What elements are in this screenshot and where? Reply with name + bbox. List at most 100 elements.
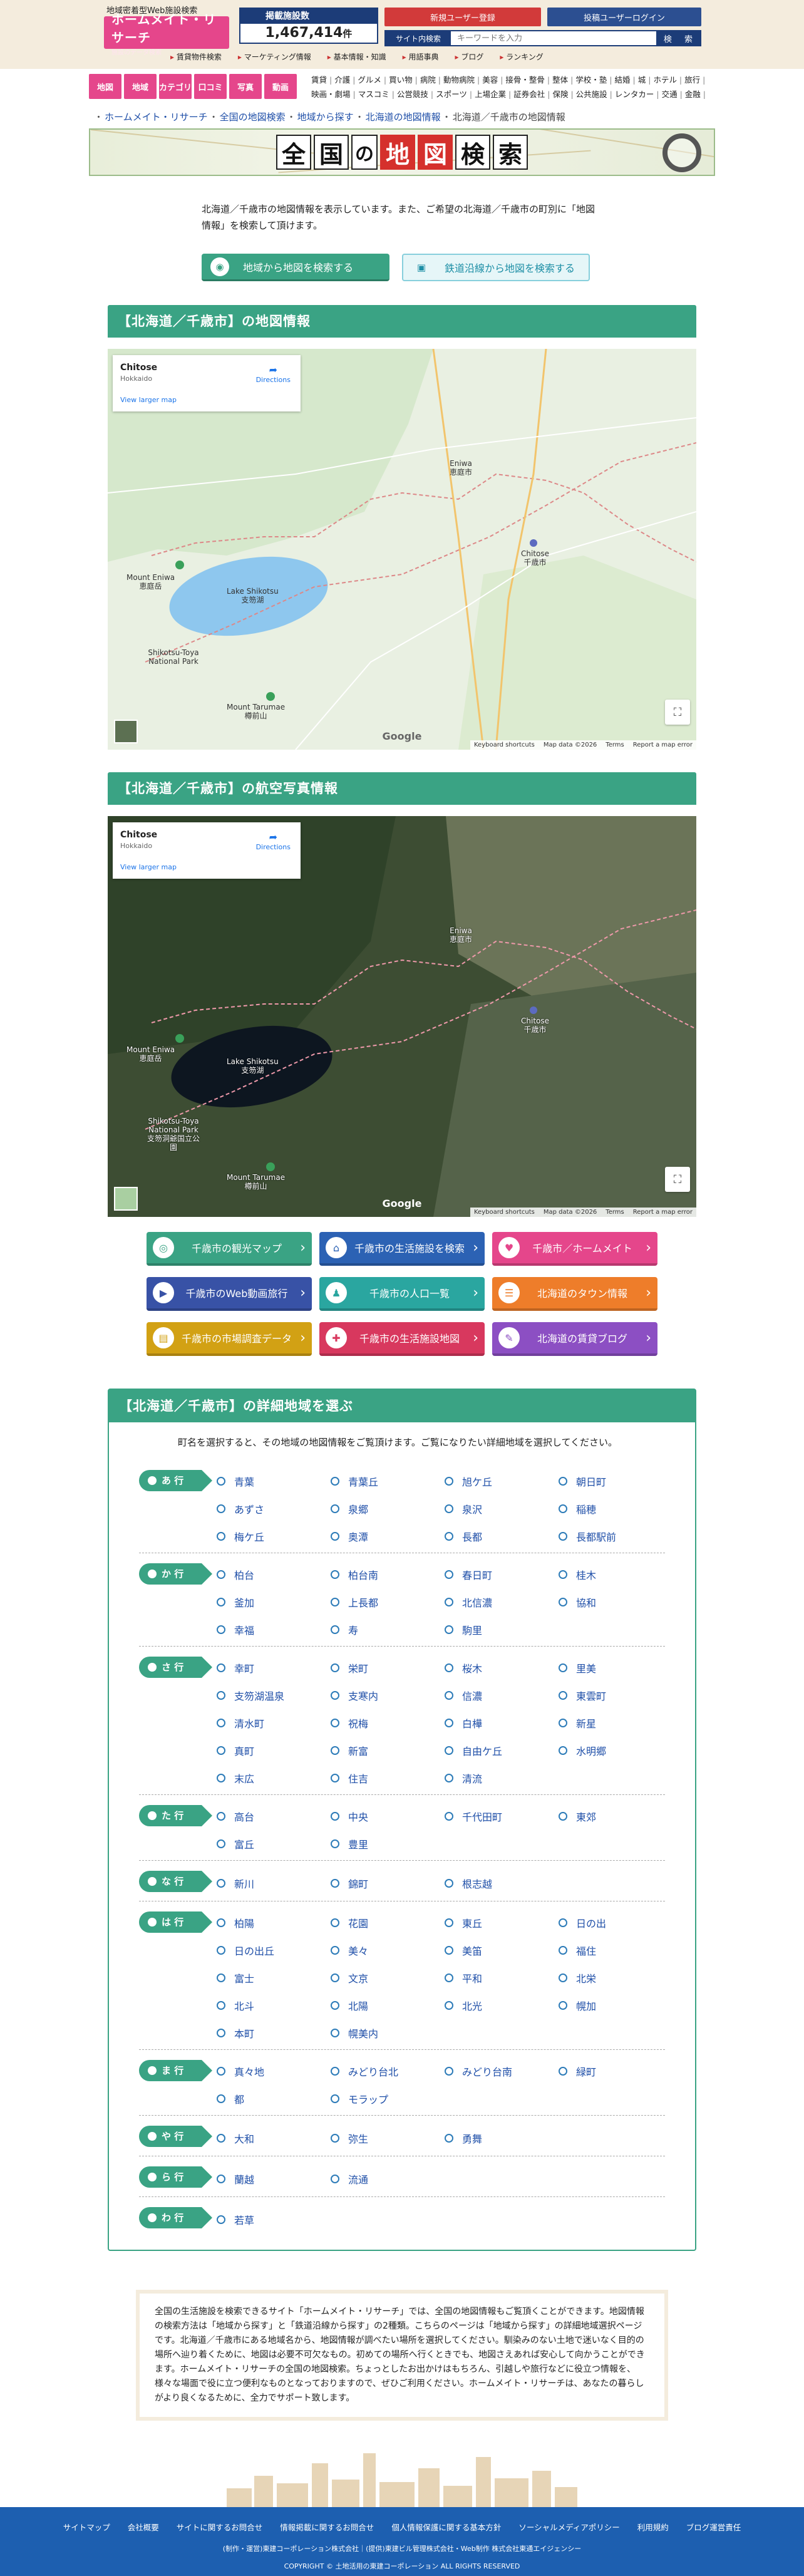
- town-link[interactable]: 支笏湖温泉: [217, 1688, 331, 1703]
- town-link[interactable]: 駒里: [445, 1622, 559, 1637]
- login-button[interactable]: 投稿ユーザーログイン: [547, 8, 701, 26]
- nav-category-link[interactable]: レンタカー: [615, 90, 659, 99]
- town-link[interactable]: 都: [217, 2091, 331, 2106]
- nav-tab[interactable]: 口コミ: [194, 74, 227, 99]
- town-link[interactable]: 桂木: [559, 1567, 673, 1582]
- town-link[interactable]: 幸福: [217, 1622, 331, 1637]
- nav-category-link[interactable]: 学校・塾: [575, 75, 612, 85]
- town-link[interactable]: 日の出丘: [217, 1943, 331, 1958]
- town-link[interactable]: 釜加: [217, 1595, 331, 1610]
- town-link[interactable]: 平和: [445, 1970, 559, 1985]
- search-by-rail-button[interactable]: ▣ 鉄道沿線から地図を検索する: [402, 254, 590, 281]
- town-link[interactable]: 朝日町: [559, 1474, 673, 1489]
- town-link[interactable]: 北斗: [217, 1998, 331, 2013]
- search-input[interactable]: [451, 31, 656, 45]
- town-link[interactable]: 東丘: [445, 1915, 559, 1930]
- nav-category-link[interactable]: 賃貸: [311, 75, 332, 85]
- town-link[interactable]: 末広: [217, 1771, 331, 1786]
- header-menu-item[interactable]: ブログ: [455, 51, 483, 62]
- related-link-button[interactable]: ✚ 千歳市の生活施設地図: [319, 1322, 485, 1356]
- town-link[interactable]: モラップ: [331, 2091, 445, 2106]
- town-link[interactable]: 富丘: [217, 1836, 331, 1851]
- related-link-button[interactable]: ♥ 千歳市／ホームメイト: [492, 1232, 657, 1266]
- town-link[interactable]: 桜木: [445, 1660, 559, 1675]
- directions-link[interactable]: ➦ Directions: [256, 831, 291, 851]
- related-link-button[interactable]: ⌂ 千歳市の生活施設を検索: [319, 1232, 485, 1266]
- map-type-toggle[interactable]: [114, 720, 138, 743]
- related-link-button[interactable]: ✎ 北海道の賃貸ブログ: [492, 1322, 657, 1356]
- footer-link[interactable]: 会社概要: [128, 2521, 159, 2533]
- nav-category-link[interactable]: グルメ: [358, 75, 386, 85]
- town-link[interactable]: 千代田町: [445, 1809, 559, 1824]
- nav-tab[interactable]: 地域: [124, 74, 157, 99]
- town-link[interactable]: 緑町: [559, 2064, 673, 2079]
- town-link[interactable]: 花園: [331, 1915, 445, 1930]
- town-link[interactable]: 大和: [217, 2129, 331, 2147]
- footer-link[interactable]: 利用規約: [637, 2521, 669, 2533]
- nav-category-link[interactable]: 接骨・整骨: [505, 75, 550, 85]
- town-link[interactable]: 文京: [331, 1970, 445, 1985]
- town-link[interactable]: 北信濃: [445, 1595, 559, 1610]
- town-link[interactable]: 北栄: [559, 1970, 673, 1985]
- nav-category-link[interactable]: 介護: [334, 75, 355, 85]
- town-link[interactable]: 幌加: [559, 1998, 673, 2013]
- nav-category-link[interactable]: 公共施設: [576, 90, 612, 99]
- town-link[interactable]: 中央: [331, 1809, 445, 1824]
- town-link[interactable]: あずさ: [217, 1501, 331, 1516]
- footer-link[interactable]: ソーシャルメディアポリシー: [518, 2521, 619, 2533]
- town-link[interactable]: 栄町: [331, 1660, 445, 1675]
- breadcrumb-link[interactable]: 地域から探す: [297, 111, 354, 123]
- nav-category-link[interactable]: 金融: [685, 90, 706, 99]
- footer-link[interactable]: サイトマップ: [63, 2521, 110, 2533]
- town-link[interactable]: 豊里: [331, 1836, 445, 1851]
- nav-category-link[interactable]: 上場企業: [475, 90, 511, 99]
- town-link[interactable]: 青葉: [217, 1474, 331, 1489]
- town-link[interactable]: 祝梅: [331, 1715, 445, 1730]
- header-menu-item[interactable]: 基本情報・知識: [327, 51, 386, 62]
- related-link-button[interactable]: ☰ 北海道のタウン情報: [492, 1277, 657, 1311]
- nav-category-link[interactable]: 美容: [482, 75, 503, 85]
- view-larger-map-link[interactable]: View larger map: [120, 863, 177, 871]
- fullscreen-icon[interactable]: ⛶: [665, 1167, 690, 1192]
- town-link[interactable]: 福住: [559, 1943, 673, 1958]
- town-link[interactable]: 協和: [559, 1595, 673, 1610]
- related-link-button[interactable]: ▤ 千歳市の市場調査データ: [147, 1322, 312, 1356]
- town-link[interactable]: 北陽: [331, 1998, 445, 2013]
- map-type-toggle[interactable]: [114, 1187, 138, 1211]
- town-link[interactable]: 富士: [217, 1970, 331, 1985]
- nav-category-link[interactable]: 保険: [552, 90, 573, 99]
- terms-link[interactable]: Terms: [606, 742, 624, 748]
- breadcrumb-link[interactable]: 全国の地図検索: [220, 111, 286, 123]
- nav-category-link[interactable]: 城: [638, 75, 651, 85]
- fullscreen-icon[interactable]: ⛶: [665, 700, 690, 725]
- town-link[interactable]: 新川: [217, 1875, 331, 1892]
- nav-category-link[interactable]: 交通: [662, 90, 683, 99]
- town-link[interactable]: 柏陽: [217, 1915, 331, 1930]
- town-link[interactable]: 自由ケ丘: [445, 1743, 559, 1758]
- town-link[interactable]: 梅ケ丘: [217, 1529, 331, 1544]
- town-link[interactable]: 柏台: [217, 1567, 331, 1582]
- directions-link[interactable]: ➦ Directions: [256, 364, 291, 384]
- town-link[interactable]: 長都: [445, 1529, 559, 1544]
- town-link[interactable]: 幌美内: [331, 2025, 445, 2041]
- header-menu-item[interactable]: マーケティング情報: [238, 51, 311, 62]
- town-link[interactable]: 柏台南: [331, 1567, 445, 1582]
- town-link[interactable]: 根志越: [445, 1875, 559, 1892]
- register-button[interactable]: 新規ユーザー登録: [384, 8, 541, 26]
- nav-category-link[interactable]: スポーツ: [436, 90, 472, 99]
- nav-category-link[interactable]: 動物病院: [443, 75, 480, 85]
- town-link[interactable]: 日の出: [559, 1915, 673, 1930]
- town-link[interactable]: 真町: [217, 1743, 331, 1758]
- nav-category-link[interactable]: 買い物: [389, 75, 418, 85]
- breadcrumb-link[interactable]: ホームメイト・リサーチ: [105, 111, 208, 123]
- nav-tab[interactable]: 写真: [229, 74, 262, 99]
- town-link[interactable]: 清水町: [217, 1715, 331, 1730]
- nav-category-link[interactable]: 証券会社: [513, 90, 550, 99]
- town-link[interactable]: 東雲町: [559, 1688, 673, 1703]
- nav-category-link[interactable]: 結婚: [615, 75, 636, 85]
- town-link[interactable]: 白樺: [445, 1715, 559, 1730]
- town-link[interactable]: 支寒内: [331, 1688, 445, 1703]
- town-link[interactable]: 泉沢: [445, 1501, 559, 1516]
- footer-link[interactable]: 情報掲載に関するお問合せ: [280, 2521, 374, 2533]
- search-button[interactable]: 検 索: [656, 31, 700, 45]
